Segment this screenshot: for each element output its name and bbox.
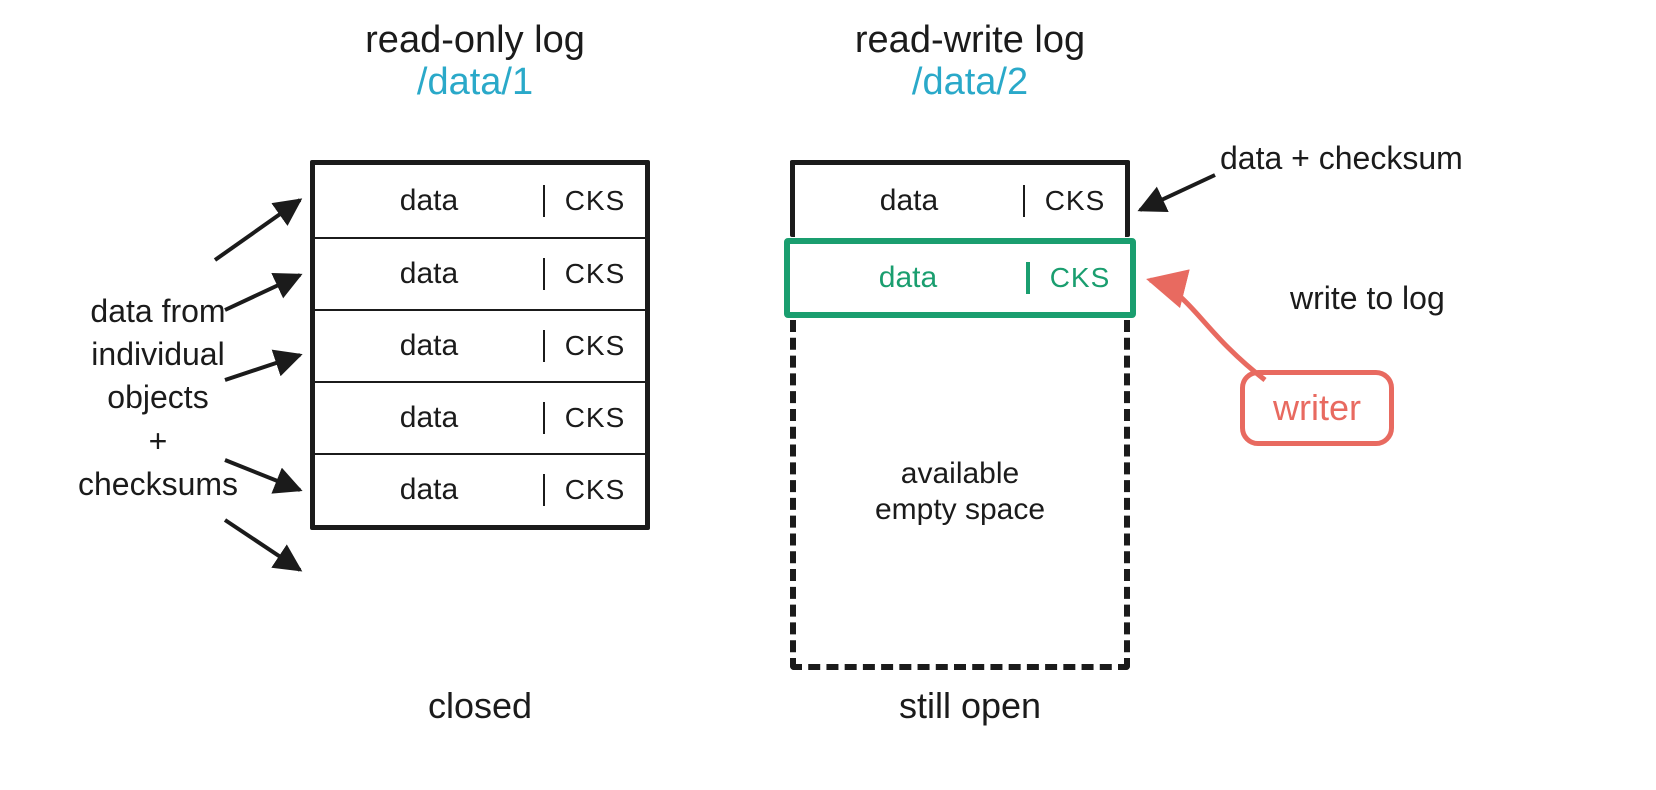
active-row-cks: CKS (1026, 262, 1130, 294)
arrow-writer-to-row (1150, 280, 1265, 380)
arrow-left-row5 (225, 520, 300, 570)
left-log-table: dataCKSdataCKSdataCKSdataCKSdataCKS (310, 160, 650, 530)
row-data: data (315, 184, 543, 218)
table-row: dataCKS (315, 381, 645, 453)
row-data: data (315, 401, 543, 435)
row-cks: CKS (543, 330, 645, 362)
row-data: data (315, 329, 543, 363)
left-side-label: data from individual objects + checksums (48, 290, 268, 506)
table-row: dataCKS (315, 309, 645, 381)
diagram-canvas: read-only log /data/1 dataCKSdataCKSdata… (0, 0, 1656, 790)
active-write-row: data CKS (784, 238, 1136, 318)
left-title-block: read-only log /data/1 (305, 20, 645, 104)
table-row: dataCKS (795, 165, 1125, 237)
anno-data-checksum: data + checksum (1220, 140, 1463, 177)
row-cks: CKS (543, 185, 645, 217)
active-row-data: data (790, 261, 1026, 295)
table-row: dataCKS (315, 453, 645, 525)
row-data: data (795, 184, 1023, 218)
row-cks: CKS (543, 474, 645, 506)
left-title: read-only log (305, 20, 645, 62)
table-row: dataCKS (315, 237, 645, 309)
table-row: dataCKS (315, 165, 645, 237)
right-title: read-write log (790, 20, 1150, 62)
arrow-data-checksum (1140, 175, 1215, 210)
row-cks: CKS (1023, 185, 1125, 217)
left-path: /data/1 (305, 62, 645, 104)
row-data: data (315, 473, 543, 507)
empty-space-box: available empty space (790, 320, 1130, 670)
anno-write-to-log: write to log (1290, 280, 1445, 317)
left-caption: closed (370, 685, 590, 727)
right-path: /data/2 (790, 62, 1150, 104)
row-data: data (315, 257, 543, 291)
row-cks: CKS (543, 258, 645, 290)
right-caption: still open (840, 685, 1100, 727)
writer-box: writer (1240, 370, 1394, 446)
right-log-table: dataCKS (790, 160, 1130, 237)
row-cks: CKS (543, 402, 645, 434)
right-title-block: read-write log /data/2 (790, 20, 1150, 104)
arrow-left-row1 (215, 200, 300, 260)
